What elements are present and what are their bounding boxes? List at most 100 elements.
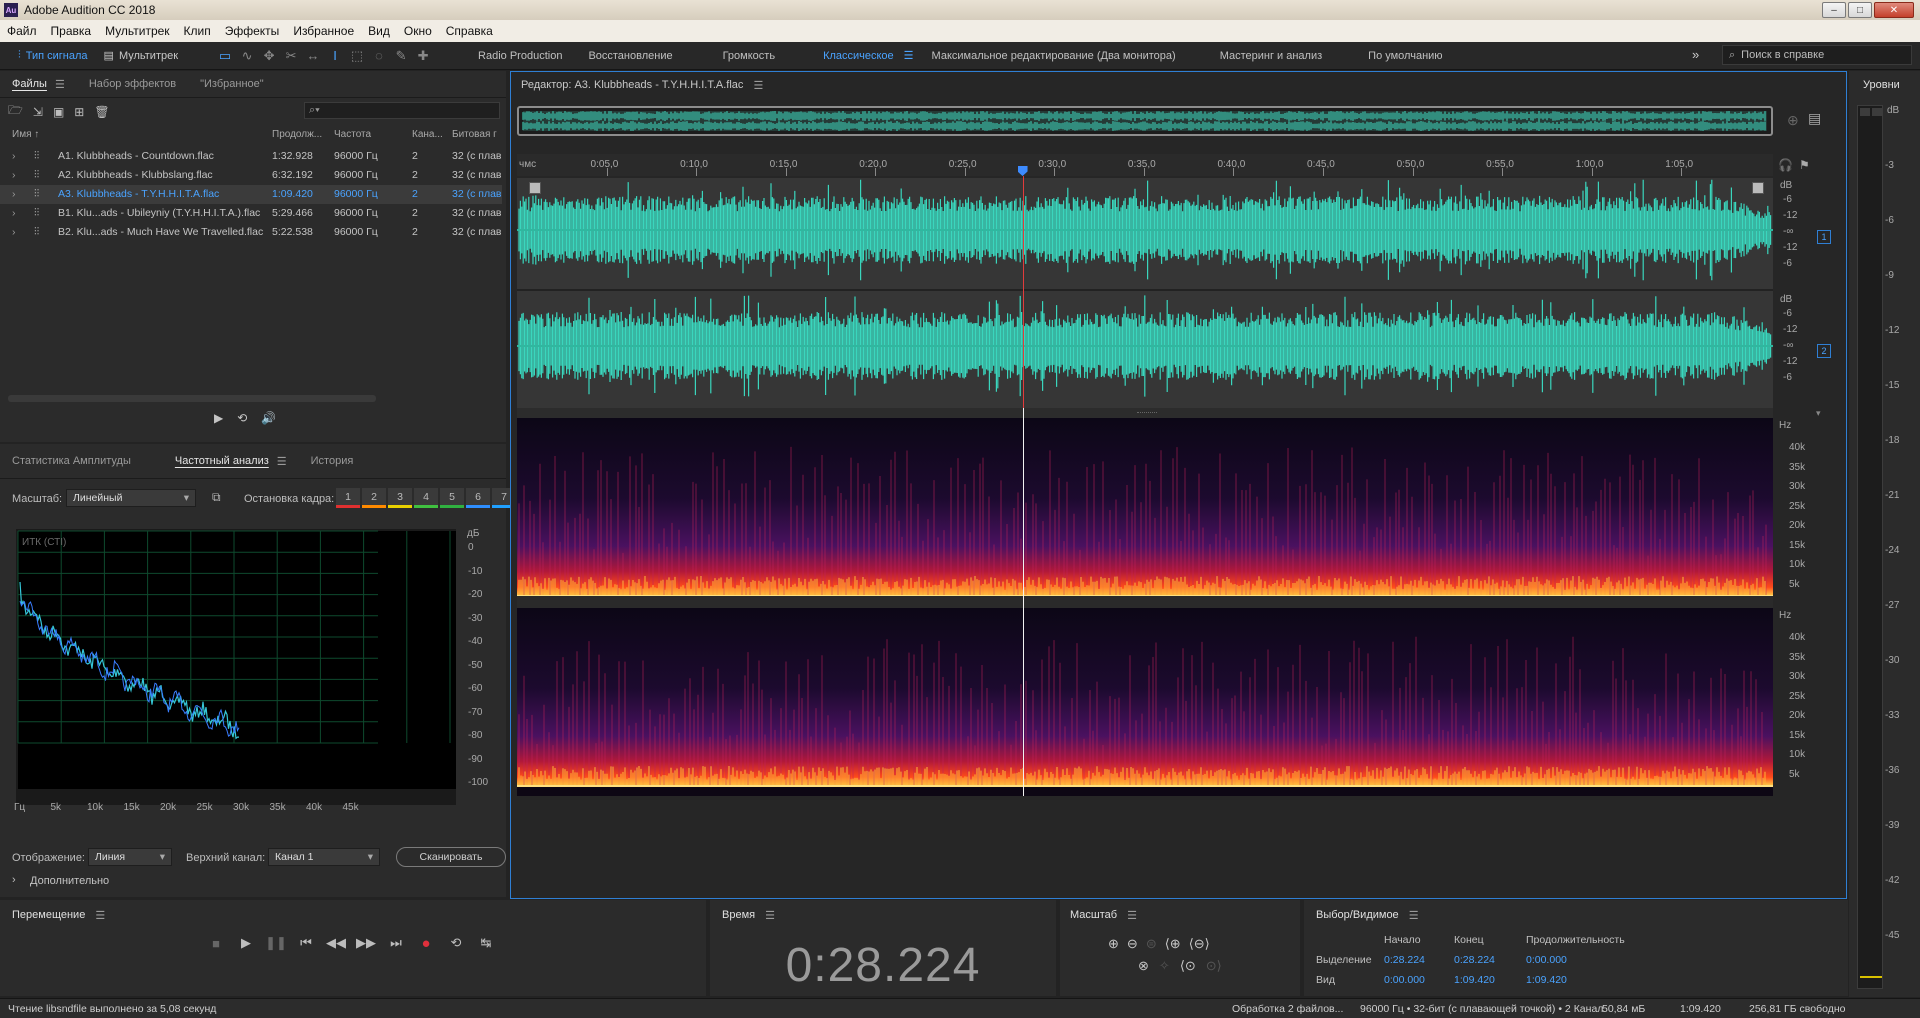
new-file-icon[interactable]: ▣	[53, 105, 64, 119]
view-start-value[interactable]: 0:00.000	[1384, 974, 1425, 986]
workspace-radio-production[interactable]: Radio Production	[478, 50, 562, 62]
close-button[interactable]: ✕	[1874, 2, 1914, 18]
zoom-in-time-icon[interactable]: ⟨⊕	[1165, 936, 1181, 952]
col-duration[interactable]: Продолж...	[272, 129, 322, 140]
razor-tool-icon[interactable]: ✂	[280, 45, 302, 67]
fast-forward-button[interactable]: ▶▶	[354, 932, 378, 954]
zoom-to-in-point-icon[interactable]: ⟨⊙	[1180, 958, 1196, 974]
rewind-button[interactable]: ◀◀	[324, 932, 348, 954]
workspace-classic[interactable]: Классическое	[823, 50, 894, 62]
zoom-selection-icon[interactable]: ⊜	[1146, 936, 1157, 952]
zoom-to-out-point-icon[interactable]: ⊙⟩	[1206, 958, 1222, 974]
col-name[interactable]: Имя ↑	[12, 129, 39, 140]
scale-dropdown[interactable]: Линейный	[66, 489, 196, 507]
workspace-default[interactable]: По умолчанию	[1368, 50, 1442, 62]
stop-button[interactable]: ■	[204, 932, 228, 954]
waveform-display[interactable]	[517, 178, 1773, 408]
scan-button[interactable]: Сканировать	[396, 847, 506, 867]
panel-menu-icon[interactable]: ☰	[277, 455, 287, 468]
selection-start-value[interactable]: 0:28.224	[1384, 954, 1425, 966]
workspace-restoration[interactable]: Восстановление	[588, 50, 672, 62]
brush-tool-icon[interactable]: ✎	[390, 45, 412, 67]
col-channels[interactable]: Кана...	[412, 129, 443, 140]
tab-effects-rack[interactable]: Набор эффектов	[77, 71, 188, 97]
freeze-slot-4[interactable]: 4	[414, 488, 438, 508]
advanced-label[interactable]: Дополнительно	[30, 875, 109, 887]
loop-playback-button[interactable]: ⟲	[444, 932, 468, 954]
expand-chevron-icon[interactable]: ›	[12, 226, 16, 238]
top-channel-dropdown[interactable]: Канал 1	[268, 848, 380, 866]
go-to-end-button[interactable]: ⏭	[384, 932, 408, 954]
menu-multitrack[interactable]: Мультитрек	[98, 24, 176, 38]
expand-chevron-icon[interactable]: ›	[12, 150, 16, 162]
slip-tool-icon[interactable]: ↔	[302, 45, 324, 67]
workspace-menu-icon[interactable]: ☰	[904, 49, 914, 62]
panel-menu-icon[interactable]: ☰	[1409, 909, 1419, 922]
menu-edit[interactable]: Правка	[44, 24, 99, 38]
zoom-out-time-icon[interactable]: ⟨⊖⟩	[1189, 936, 1210, 952]
workspace-loudness[interactable]: Громкость	[723, 50, 775, 62]
lasso-tool-icon[interactable]: ◌	[368, 45, 390, 67]
expand-chevron-icon[interactable]: ›	[12, 169, 16, 181]
col-sample-rate[interactable]: Частота	[334, 129, 371, 140]
channel-badge[interactable]: 2	[1817, 344, 1831, 358]
menu-favorites[interactable]: Избранное	[286, 24, 361, 38]
menu-window[interactable]: Окно	[397, 24, 439, 38]
freeze-slot-6[interactable]: 6	[466, 488, 490, 508]
spectral-display-icon[interactable]: ▭	[214, 45, 236, 67]
col-bit-depth[interactable]: Битовая г	[452, 129, 497, 140]
view-end-value[interactable]: 1:09.420	[1454, 974, 1495, 986]
go-to-start-button[interactable]: ⏮	[294, 932, 318, 954]
minimize-button[interactable]: –	[1822, 2, 1846, 18]
zoom-in-amplitude-icon[interactable]: ⊕	[1108, 936, 1119, 952]
freeze-toggle-icon[interactable]: ⧉	[212, 490, 221, 505]
open-file-icon[interactable]: 🗁	[8, 101, 23, 122]
zoom-out-full-icon[interactable]: ⊗	[1138, 958, 1149, 974]
pause-button[interactable]: ❚❚	[264, 932, 288, 954]
view-splitter[interactable]	[517, 408, 1773, 418]
panel-menu-icon[interactable]: ☰	[753, 79, 763, 92]
import-file-icon[interactable]: ⇲	[33, 105, 43, 119]
waveform-view-button[interactable]: ⫶ Тип сигнала	[10, 45, 96, 67]
file-row[interactable]: › ⫶⫶ B1. Klu...ads - Ubileyniy (T.Y.H.H.I.…	[0, 204, 502, 223]
file-row[interactable]: › ⫶⫶ A3. Klubbheads - T.Y.H.H.I.T.A.flac 1:…	[0, 185, 502, 204]
freeze-slot-2[interactable]: 2	[362, 488, 386, 508]
menu-view[interactable]: Вид	[361, 24, 397, 38]
file-row[interactable]: › ⫶⫶ A1. Klubbheads - Countdown.flac 1:32.9…	[0, 147, 502, 166]
workspace-mastering[interactable]: Мастеринг и анализ	[1220, 50, 1322, 62]
panel-layout-icon[interactable]: ▤	[1808, 110, 1821, 127]
workspace-max-edit[interactable]: Максимальное редактирование (Два монитор…	[932, 50, 1176, 62]
panel-menu-icon[interactable]: ☰	[1127, 909, 1137, 922]
freeze-slot-5[interactable]: 5	[440, 488, 464, 508]
skip-selection-button[interactable]: ↹	[474, 932, 498, 954]
marker-icon[interactable]: ⚑	[1799, 158, 1810, 172]
menu-clip[interactable]: Клип	[177, 24, 218, 38]
panel-menu-icon[interactable]: ☰	[55, 78, 65, 91]
auto-play-icon[interactable]: 🔊	[261, 411, 276, 425]
file-row[interactable]: › ⫶⫶ B2. Klu...ads - Much Have We Travelle…	[0, 223, 502, 242]
marquee-tool-icon[interactable]: ⬚	[346, 45, 368, 67]
time-selection-tool-icon[interactable]: I	[324, 45, 346, 67]
headphones-icon[interactable]: 🎧	[1778, 158, 1793, 172]
move-tool-icon[interactable]: ✥	[258, 45, 280, 67]
multitrack-view-button[interactable]: ▤ Мультитрек	[96, 45, 187, 67]
play-button[interactable]: ▶	[234, 932, 258, 954]
record-button[interactable]: ●	[414, 932, 438, 954]
view-duration-value[interactable]: 1:09.420	[1526, 974, 1567, 986]
panel-menu-icon[interactable]: ☰	[765, 909, 775, 922]
files-search-input[interactable]: ⌕▾	[304, 102, 500, 119]
files-horizontal-scrollbar[interactable]	[8, 395, 376, 402]
freeze-slot-3[interactable]: 3	[388, 488, 412, 508]
selection-end-value[interactable]: 0:28.224	[1454, 954, 1495, 966]
zoom-to-playhead-icon[interactable]: ✧	[1159, 958, 1170, 974]
fade-in-handle-icon[interactable]	[529, 182, 541, 194]
maximize-button[interactable]: □	[1848, 2, 1872, 18]
current-time-display[interactable]: 0:28.224	[710, 938, 1056, 993]
insert-multitrack-icon[interactable]: ⊞	[74, 105, 84, 119]
menu-help[interactable]: Справка	[439, 24, 500, 38]
tab-favorites[interactable]: "Избранное"	[188, 71, 276, 97]
channel-badge[interactable]: 1	[1817, 230, 1831, 244]
zoom-navigator-icon[interactable]: ⊕	[1787, 112, 1799, 129]
expand-chevron-icon[interactable]: ›	[12, 188, 16, 200]
freeze-slot-1[interactable]: 1	[336, 488, 360, 508]
